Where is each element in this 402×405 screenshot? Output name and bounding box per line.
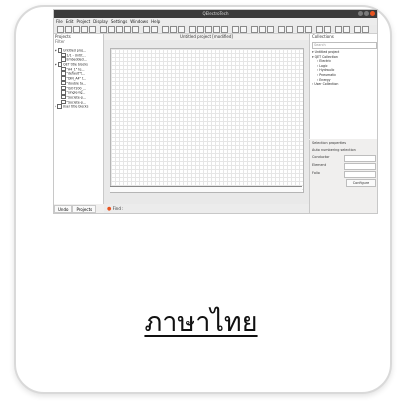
collections-panel: Collections Search ▾ Untitled project ▾ … xyxy=(309,34,377,139)
folder-icon xyxy=(57,104,62,109)
properties-panel: Selection properties Auto numbering sele… xyxy=(309,140,377,213)
element-label: Element xyxy=(312,163,327,167)
slide-heading: ภาษาไทย xyxy=(144,307,258,338)
element-select[interactable] xyxy=(344,163,376,170)
remove-folio-icon[interactable] xyxy=(286,26,293,33)
print-icon[interactable] xyxy=(89,26,96,33)
settings-icon[interactable] xyxy=(335,26,342,33)
menu-windows[interactable]: Windows xyxy=(130,18,148,25)
new-icon[interactable] xyxy=(57,26,64,33)
list-icon[interactable] xyxy=(354,26,361,33)
window-controls xyxy=(358,11,375,16)
window-titlebar: QElectroTech xyxy=(54,10,377,18)
copy-icon[interactable] xyxy=(124,26,131,33)
menu-display[interactable]: Display xyxy=(93,18,108,25)
terminal-strip-icon[interactable] xyxy=(240,26,247,33)
grid-icon[interactable] xyxy=(178,26,185,33)
export-icon[interactable] xyxy=(316,26,323,33)
cleanup-icon[interactable] xyxy=(324,26,331,33)
element-editor-icon[interactable] xyxy=(362,26,369,33)
tab-projects[interactable]: Projects xyxy=(72,205,97,213)
zoom-in-icon[interactable] xyxy=(251,26,258,33)
auto-numbering-title: Auto numbering selection xyxy=(312,148,356,152)
tab-undo[interactable]: Undo xyxy=(54,205,73,213)
app-screenshot: QElectroTech File Edit Project Display S… xyxy=(53,9,378,214)
collections-tree: ▾ Untitled project ▾ QET Collection › El… xyxy=(312,50,339,87)
open-icon[interactable] xyxy=(65,26,72,33)
add-image-icon[interactable] xyxy=(197,26,204,33)
folio-label: Folio xyxy=(312,171,320,175)
auto-conductor-icon[interactable] xyxy=(305,26,312,33)
add-rectangle-icon[interactable] xyxy=(213,26,220,33)
collections-title: Collections xyxy=(312,34,334,39)
folio-sheet[interactable] xyxy=(110,48,304,193)
paste-icon[interactable] xyxy=(132,26,139,33)
editor-title: Untitled project [modified] xyxy=(104,34,309,40)
add-folio-icon[interactable] xyxy=(278,26,285,33)
save-as-icon[interactable] xyxy=(81,26,88,33)
select-icon[interactable] xyxy=(162,26,169,33)
conductor-select[interactable] xyxy=(344,155,376,162)
add-ellipse-icon[interactable] xyxy=(221,26,228,33)
find-label: Find : xyxy=(112,206,124,211)
undo-icon[interactable] xyxy=(100,26,107,33)
close-window-button[interactable] xyxy=(370,11,375,16)
add-text-icon[interactable] xyxy=(189,26,196,33)
add-line-icon[interactable] xyxy=(205,26,212,33)
add-table-icon[interactable] xyxy=(232,26,239,33)
folio-select[interactable] xyxy=(344,171,376,178)
menu-project[interactable]: Project xyxy=(76,18,90,25)
projects-tree: ▾ Untitled proj... 1/1 - Untit... Embedd… xyxy=(55,48,88,109)
tree-item[interactable]: › User Collection xyxy=(312,82,339,87)
rotate-icon[interactable] xyxy=(151,26,158,33)
cut-icon[interactable] xyxy=(116,26,123,33)
collections-search-input[interactable]: Search xyxy=(312,42,377,49)
conductor-label: Conductor xyxy=(312,155,330,159)
redo-icon[interactable] xyxy=(108,26,115,33)
minimize-button[interactable] xyxy=(358,11,363,16)
menu-edit[interactable]: Edit xyxy=(66,18,74,25)
close-find-icon[interactable]: ● xyxy=(107,206,111,212)
menu-settings[interactable]: Settings xyxy=(111,18,127,25)
diagram-editor: Untitled project [modified] xyxy=(104,34,309,204)
zoom-out-icon[interactable] xyxy=(259,26,266,33)
zoom-fit-icon[interactable] xyxy=(267,26,274,33)
move-icon[interactable] xyxy=(170,26,177,33)
menu-bar: File Edit Project Display Settings Windo… xyxy=(54,18,377,25)
bottom-tabs: Undo Projects xyxy=(54,205,104,213)
save-icon[interactable] xyxy=(73,26,80,33)
maximize-button[interactable] xyxy=(364,11,369,16)
search-icon[interactable] xyxy=(343,26,350,33)
window-title: QElectroTech xyxy=(202,11,229,16)
main-toolbar xyxy=(54,25,377,34)
menu-help[interactable]: Help xyxy=(151,18,160,25)
menu-file[interactable]: File xyxy=(56,18,63,25)
tree-item[interactable]: › User title blocks xyxy=(55,104,88,109)
projects-panel: Projects Filter ▾ Untitled proj... 1/1 -… xyxy=(54,34,104,204)
find-bar: ● Find : xyxy=(104,204,309,213)
delete-icon[interactable] xyxy=(143,26,150,33)
selection-properties-title: Selection properties xyxy=(312,141,347,145)
configure-button[interactable]: Configure xyxy=(346,179,376,187)
projects-filter[interactable]: Filter xyxy=(55,39,65,45)
conductor-icon[interactable] xyxy=(297,26,304,33)
title-block xyxy=(110,186,302,192)
